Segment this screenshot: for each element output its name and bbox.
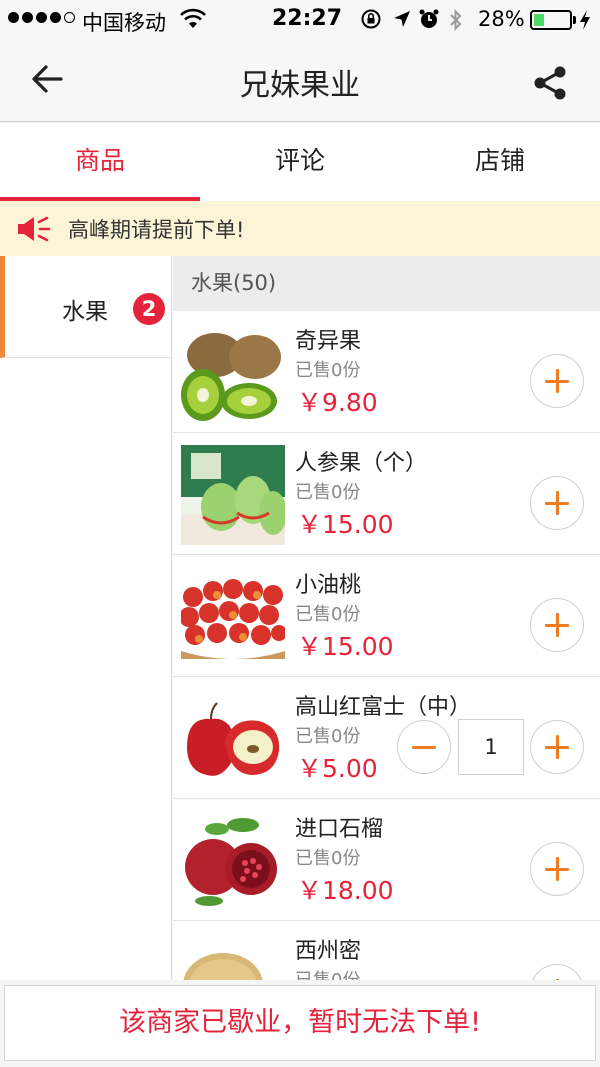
notice-text: 高峰期请提前下单! — [68, 218, 245, 242]
product-name: 小油桃 — [295, 573, 362, 598]
product-sold-count: 已售0份 — [295, 848, 361, 869]
status-bar: 中国移动 22:27 28% — [0, 0, 600, 40]
product-sold-count: 已售0份 — [295, 604, 361, 625]
product-name: 进口石榴 — [295, 817, 384, 842]
rotation-lock-icon — [360, 8, 382, 35]
decrease-quantity-button[interactable] — [397, 720, 451, 774]
product-price: ￥15.00 — [297, 510, 394, 539]
add-to-cart-button[interactable] — [530, 354, 584, 408]
alarm-icon — [418, 8, 440, 35]
battery-percent: 28% — [478, 7, 525, 31]
product-row[interactable]: 小油桃 已售0份 ￥15.00 — [173, 555, 600, 677]
product-row[interactable]: 奇异果 已售0份 ￥9.80 — [173, 311, 600, 433]
add-to-cart-button[interactable] — [530, 842, 584, 896]
product-price: ￥9.80 — [297, 388, 378, 417]
battery-tip — [573, 16, 576, 24]
category-sidebar: 水果 2 — [0, 256, 172, 980]
quantity-field[interactable]: 1 — [458, 719, 524, 775]
product-name: 西州密 — [295, 939, 362, 964]
category-header: 水果(50) — [173, 256, 600, 311]
product-sold-count: 已售0份 — [295, 360, 361, 381]
add-to-cart-button[interactable] — [530, 476, 584, 530]
product-row[interactable]: 西州密 已售0份 — [173, 921, 600, 980]
product-name: 高山红富士（中） — [295, 695, 472, 720]
pomegranate-image — [181, 811, 285, 911]
product-name: 奇异果 — [295, 329, 362, 354]
share-icon[interactable] — [532, 65, 568, 105]
bottom-bar: 该商家已歇业，暂时无法下单! — [0, 980, 600, 1067]
tab-goods[interactable]: 商品 — [0, 123, 200, 201]
battery-icon — [530, 10, 572, 30]
apple-image — [181, 689, 285, 789]
add-to-cart-button[interactable] — [530, 720, 584, 774]
product-sold-count: 已售0份 — [295, 726, 361, 747]
charging-icon — [578, 8, 592, 37]
navigation-bar: 兄妹果业 — [0, 40, 600, 122]
add-to-cart-button[interactable] — [530, 598, 584, 652]
bluetooth-icon — [448, 8, 464, 37]
category-item-fruit[interactable]: 水果 2 — [0, 256, 171, 358]
product-row[interactable]: 进口石榴 已售0份 ￥18.00 — [173, 799, 600, 921]
nectarine-image — [181, 567, 285, 667]
notice-banner: 高峰期请提前下单! — [0, 201, 600, 256]
product-price: ￥18.00 — [297, 876, 394, 905]
carrier-label: 中国移动 — [82, 11, 166, 35]
product-row[interactable]: 人参果（个） 已售0份 ￥15.00 — [173, 433, 600, 555]
kiwi-image — [181, 323, 285, 423]
page-title: 兄妹果业 — [240, 68, 360, 103]
wifi-icon — [180, 8, 206, 35]
product-price: ￥5.00 — [297, 754, 378, 783]
category-label: 水果 — [62, 299, 108, 325]
store-closed-notice: 该商家已歇业，暂时无法下单! — [4, 985, 596, 1061]
ginseng-fruit-image — [181, 445, 285, 545]
product-list: 水果(50) 奇异果 已售0份 ￥9.80 人参果（个） 已售0份 ￥15.00… — [173, 256, 600, 980]
product-name: 人参果（个） — [295, 451, 428, 476]
tab-comments[interactable]: 评论 — [200, 123, 400, 201]
product-price: ￥15.00 — [297, 632, 394, 661]
tab-bar: 商品 评论 店铺 — [0, 123, 600, 201]
product-row[interactable]: 高山红富士（中） 已售0份 ￥5.00 1 — [173, 677, 600, 799]
speaker-icon — [16, 214, 52, 248]
signal-strength-icon — [8, 12, 75, 23]
location-icon — [392, 9, 412, 34]
melon-image — [181, 933, 285, 980]
clock: 22:27 — [272, 6, 343, 31]
tab-store[interactable]: 店铺 — [400, 123, 600, 201]
add-to-cart-button[interactable] — [530, 964, 584, 980]
product-sold-count: 已售0份 — [295, 482, 361, 503]
product-sold-count: 已售0份 — [295, 966, 360, 980]
cart-count-badge: 2 — [133, 293, 165, 325]
